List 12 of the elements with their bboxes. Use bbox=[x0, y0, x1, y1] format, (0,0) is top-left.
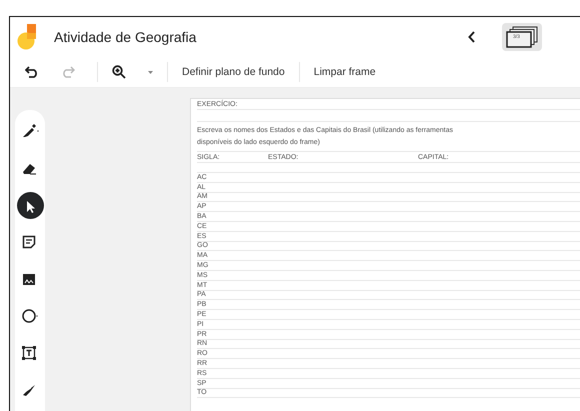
text-box-icon bbox=[21, 345, 39, 362]
pen-icon bbox=[21, 123, 39, 140]
zoom-in-icon[interactable] bbox=[112, 65, 126, 79]
undo-icon[interactable] bbox=[25, 66, 39, 78]
clear-frame-button[interactable]: Limpar frame bbox=[314, 66, 376, 78]
dropdown-icon[interactable] bbox=[148, 70, 153, 74]
tool-button[interactable] bbox=[16, 192, 44, 219]
app-logo-icon bbox=[17, 23, 39, 51]
chevron-left-icon[interactable] bbox=[468, 31, 476, 43]
set-background-button[interactable]: Definir plano de fundo bbox=[182, 66, 285, 78]
app-title: Atividade de Geografia bbox=[54, 29, 198, 45]
circle-icon bbox=[21, 308, 39, 325]
